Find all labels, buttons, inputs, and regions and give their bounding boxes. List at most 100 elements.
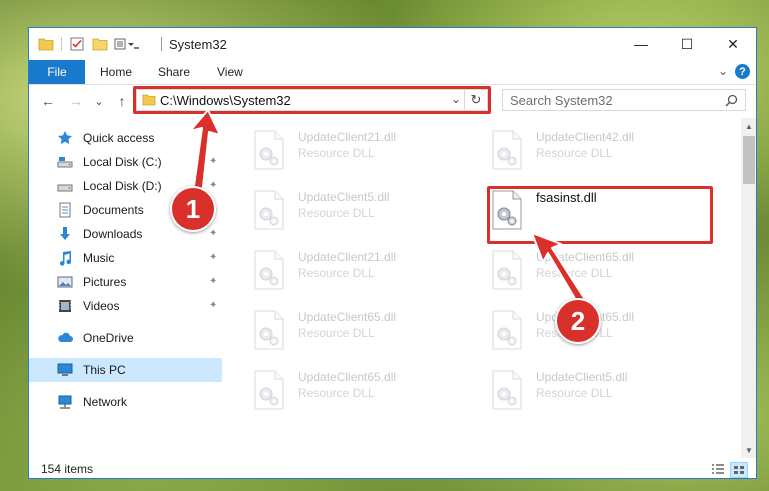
maximize-button[interactable]: ☐ [664, 28, 710, 60]
drive-icon [57, 184, 73, 192]
file-item[interactable]: UpdateClient5.dll Resource DLL [252, 186, 484, 232]
dll-file-icon [252, 190, 286, 230]
documents-icon [59, 202, 71, 218]
file-item[interactable]: UpdateClient5.dll Resource DLL [490, 366, 722, 412]
status-bar: 154 items [29, 458, 756, 478]
file-type: Resource DLL [298, 206, 375, 220]
drive-icon [57, 157, 73, 168]
scroll-up-button[interactable]: ▲ [741, 118, 756, 134]
navigation-pane: Quick access Local Disk (C:) ✦ Local Dis… [29, 118, 222, 458]
file-type: Resource DLL [298, 326, 375, 340]
pictures-icon [57, 276, 73, 288]
download-icon [60, 227, 70, 240]
file-item[interactable]: UpdateClient21.dll Resource DLL [252, 246, 484, 292]
file-item[interactable]: UpdateClient65.dll Resource DLL [252, 306, 484, 352]
tab-share[interactable]: Share [158, 60, 190, 84]
pin-icon[interactable]: ✦ [209, 156, 217, 167]
sidebar-item-network[interactable]: Network [29, 390, 222, 414]
sidebar-item-label: Network [83, 395, 128, 409]
dll-file-icon [252, 310, 286, 350]
tab-home[interactable]: Home [100, 60, 132, 84]
scrollbar-thumb[interactable] [743, 136, 755, 184]
tiles-view-button[interactable] [730, 462, 748, 478]
help-icon[interactable]: ? [735, 64, 750, 79]
close-button[interactable]: ✕ [710, 28, 756, 60]
recent-locations-button[interactable]: ⌄ [92, 91, 106, 111]
target-file-highlight-box [487, 186, 713, 244]
search-placeholder: Search System32 [510, 93, 613, 108]
sidebar-item-onedrive[interactable]: OneDrive [29, 326, 222, 350]
back-button[interactable]: ← [38, 91, 58, 111]
network-icon [58, 395, 72, 409]
file-item[interactable]: UpdateClient21.dll Resource DLL [252, 126, 484, 172]
sidebar-item-local-disk-c[interactable]: Local Disk (C:) ✦ [29, 150, 222, 174]
sidebar-item-label: Quick access [83, 131, 155, 145]
properties-icon[interactable] [70, 36, 84, 52]
new-folder-icon[interactable] [92, 36, 108, 52]
pin-icon[interactable]: ✦ [209, 276, 217, 287]
forward-button[interactable]: → [66, 91, 86, 111]
tab-file[interactable]: File [29, 60, 85, 84]
music-icon [59, 251, 72, 266]
search-icon [725, 94, 738, 107]
ribbon-tabs: File Home Share View ⌄ ? [29, 60, 756, 85]
sidebar-item-music[interactable]: Music ✦ [29, 246, 222, 270]
dll-file-icon [252, 250, 286, 290]
file-name: UpdateClient21.dll [298, 250, 397, 264]
sidebar-item-label: Downloads [83, 227, 143, 241]
scroll-down-button[interactable]: ▼ [741, 442, 756, 458]
star-icon [58, 131, 72, 145]
sidebar-item-quick-access[interactable]: Quick access [29, 126, 222, 150]
dll-file-icon [490, 130, 524, 170]
minimize-button[interactable]: — [618, 28, 664, 60]
file-name: UpdateClient5.dll [298, 190, 390, 204]
sidebar-item-label: This PC [83, 363, 126, 377]
file-type: Resource DLL [298, 146, 375, 160]
pin-icon[interactable]: ✦ [209, 300, 217, 311]
file-item[interactable]: UpdateClient65.dllResource DLL [252, 366, 484, 412]
details-view-button[interactable] [710, 462, 726, 476]
file-type: Resource DLL [298, 266, 375, 280]
item-count: 154 items [41, 462, 94, 476]
tab-view[interactable]: View [217, 60, 243, 84]
sidebar-item-pictures[interactable]: Pictures ✦ [29, 270, 222, 294]
file-type: Resource DLL [536, 266, 613, 280]
sidebar-item-label: Music [83, 251, 115, 265]
sidebar-item-label: Local Disk (C:) [83, 155, 162, 169]
pin-icon[interactable]: ✦ [209, 180, 217, 191]
expand-ribbon-button[interactable]: ⌄ [718, 64, 728, 78]
step-2-badge: 2 [555, 298, 601, 344]
customize-toolbar-icon[interactable] [114, 36, 140, 52]
file-item[interactable]: UpdateClient65.dll Resource DLL [490, 246, 722, 292]
file-name: UpdateClient65.dll [298, 370, 397, 384]
step-1-badge: 1 [170, 186, 216, 232]
up-button[interactable]: ↑ [112, 91, 132, 111]
file-name: UpdateClient5.dll [536, 370, 628, 384]
sidebar-item-this-pc[interactable]: This PC [29, 358, 222, 382]
file-name: UpdateClient65.dll [536, 250, 635, 264]
computer-icon [57, 363, 73, 376]
file-type: Resource DLL [536, 386, 613, 400]
navigation-bar: ← → ⌄ ↑ C:\Windows\System32 ⌄ ↻ Search S… [29, 85, 756, 117]
file-explorer-window: System32 — ☐ ✕ File Home Share View ⌄ ? … [28, 27, 757, 479]
folder-icon [38, 36, 54, 52]
file-name: UpdateClient65.dll [298, 310, 397, 324]
dll-file-icon [490, 370, 524, 410]
sidebar-item-label: Local Disk (D:) [83, 179, 162, 193]
search-input[interactable]: Search System32 [502, 89, 746, 111]
file-item[interactable]: UpdateClient65.dllResource DLL [490, 306, 722, 352]
sidebar-item-videos[interactable]: Videos ✦ [29, 294, 222, 318]
dll-file-icon [490, 310, 524, 350]
videos-icon [59, 300, 71, 312]
pin-icon[interactable]: ✦ [209, 252, 217, 263]
vertical-scrollbar[interactable]: ▲ ▼ [741, 118, 756, 458]
pin-icon[interactable]: ✦ [209, 228, 217, 239]
sidebar-item-label: Pictures [83, 275, 127, 289]
file-type: Resource DLL [536, 146, 613, 160]
sidebar-item-label: Videos [83, 299, 120, 313]
file-item[interactable]: UpdateClient42.dll Resource DLL [490, 126, 722, 172]
dll-file-icon [252, 130, 286, 170]
window-title: System32 [169, 37, 227, 52]
address-highlight-box [133, 86, 491, 114]
file-name: UpdateClient42.dll [536, 130, 635, 144]
